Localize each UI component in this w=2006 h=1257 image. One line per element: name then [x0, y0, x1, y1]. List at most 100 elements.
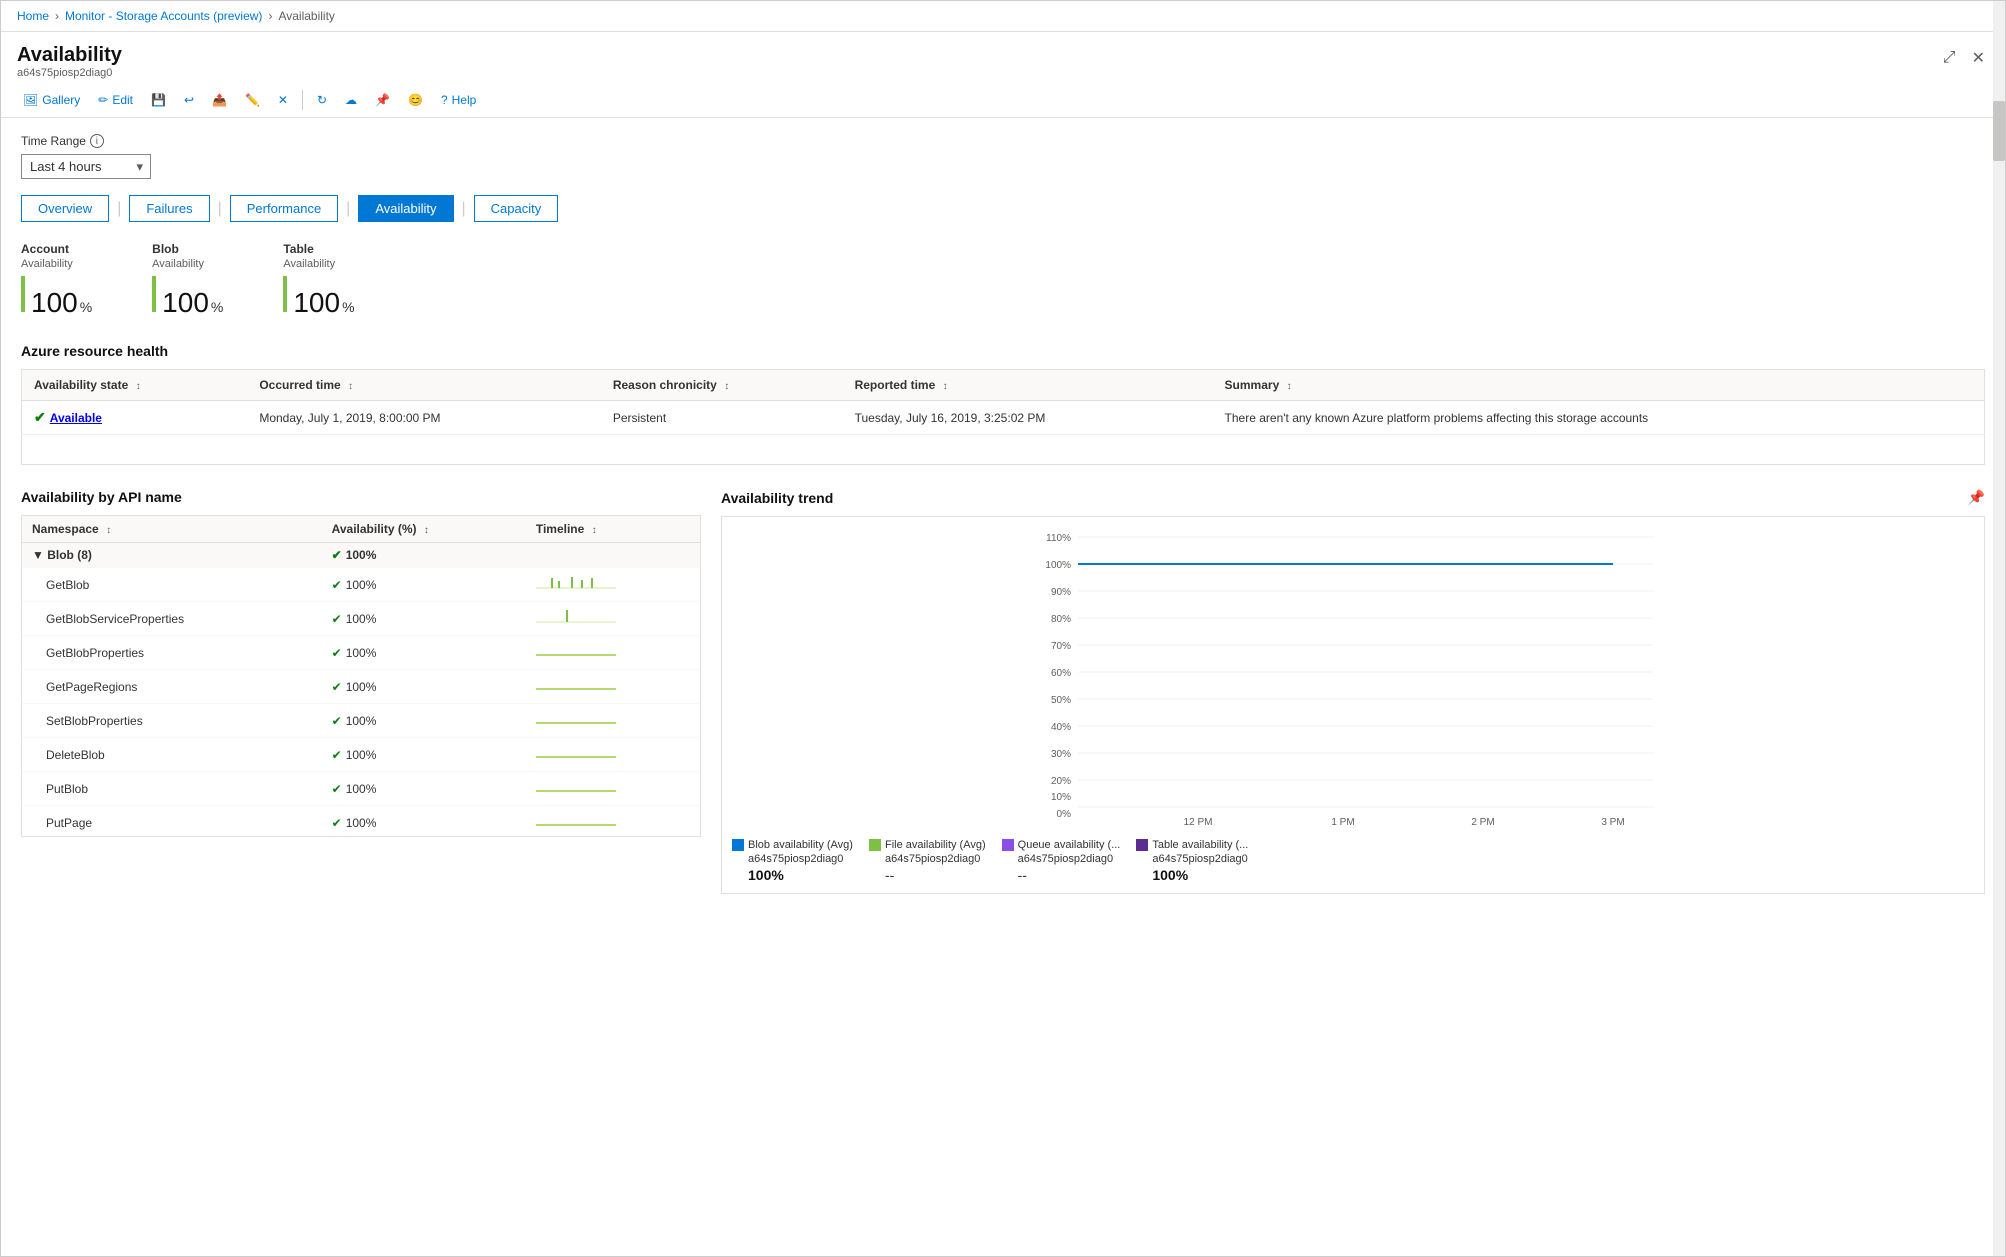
col-occurred-time: Occurred time ↕	[247, 370, 600, 401]
sort-icon-state[interactable]: ↕	[136, 381, 141, 392]
tab-failures[interactable]: Failures	[129, 195, 209, 222]
sort-icon-summary[interactable]: ↕	[1287, 381, 1292, 392]
child-availability: ✔100%	[322, 602, 526, 636]
available-icon: ✔	[34, 409, 46, 426]
api-child-row: GetBlobServiceProperties ✔100%	[22, 602, 700, 636]
metric-table-unit: %	[342, 299, 354, 315]
legend-queue: Queue availability (...a64s75piosp2diag0…	[1002, 838, 1121, 883]
legend-file: File availability (Avg)a64s75piosp2diag0…	[869, 838, 986, 883]
window-close-button[interactable]: ✕	[1968, 44, 1989, 72]
group-timeline	[526, 543, 700, 568]
help-button[interactable]: ? Help	[435, 89, 482, 111]
pin-toolbar-button[interactable]: 📌	[369, 89, 396, 111]
sort-icon-reported[interactable]: ↕	[943, 381, 948, 392]
legend-file-color	[869, 839, 881, 851]
child-name: GetBlobProperties	[22, 636, 322, 670]
trend-chart: 110% 100% 90% 80% 70% 60% 50% 40% 30% 20…	[732, 527, 1974, 827]
help-icon: ?	[441, 93, 448, 107]
svg-text:0%: 0%	[1057, 809, 1072, 820]
metric-table-value: 100 %	[283, 276, 354, 319]
tab-capacity[interactable]: Capacity	[474, 195, 559, 222]
col-summary: Summary ↕	[1213, 370, 1985, 401]
svg-text:12 PM: 12 PM	[1184, 817, 1213, 827]
child-availability: ✔100%	[322, 636, 526, 670]
child-name: DeleteBlob	[22, 738, 322, 772]
gallery-icon: 🖼	[23, 93, 38, 107]
main-window: Home › Monitor - Storage Accounts (previ…	[0, 0, 2006, 1257]
tab-overview[interactable]: Overview	[21, 195, 109, 222]
svg-text:10%: 10%	[1051, 792, 1071, 803]
child-timeline	[526, 670, 700, 704]
child-availability: ✔100%	[322, 670, 526, 704]
restore-button[interactable]: ↩	[178, 89, 200, 111]
child-name: SetBlobProperties	[22, 704, 322, 738]
api-child-row: GetBlobProperties ✔100%	[22, 636, 700, 670]
sort-icon-occurred[interactable]: ↕	[348, 381, 353, 392]
breadcrumb: Home › Monitor - Storage Accounts (previ…	[1, 1, 2005, 32]
resource-health-title: Azure resource health	[21, 343, 1985, 359]
legend-table: Table availability (...a64s75piosp2diag0…	[1136, 838, 1248, 883]
page-header: Availability a64s75piosp2diag0 ⤢ ✕	[1, 32, 2005, 83]
available-link[interactable]: Available	[50, 411, 102, 425]
child-timeline	[526, 738, 700, 772]
refresh-button[interactable]: ↻	[311, 89, 333, 111]
sort-namespace[interactable]: ↕	[106, 525, 111, 536]
svg-text:80%: 80%	[1051, 614, 1071, 625]
child-timeline	[526, 602, 700, 636]
scrollbar-track[interactable]	[1993, 1, 2005, 1256]
cell-state: ✔ Available	[22, 401, 248, 435]
upload-button[interactable]: ☁	[339, 89, 363, 111]
sort-icon-reason[interactable]: ↕	[724, 381, 729, 392]
child-name: GetBlob	[22, 568, 322, 602]
tab-availability[interactable]: Availability	[358, 195, 453, 222]
save-icon: 💾	[151, 93, 166, 107]
legend-table-text: Table availability (...a64s75piosp2diag0…	[1152, 838, 1248, 883]
scrollbar-thumb[interactable]	[1993, 101, 2005, 161]
cell-reason: Persistent	[601, 401, 843, 435]
metrics-row: Account Availability 100 % Blob Availabi…	[21, 242, 1985, 319]
tab-performance[interactable]: Performance	[230, 195, 338, 222]
group-name[interactable]: ▼ Blob (8)	[22, 543, 322, 568]
metric-blob-bar	[152, 276, 156, 312]
resource-health-table: Availability state ↕ Occurred time ↕ Rea…	[21, 369, 1985, 465]
feedback-button[interactable]: 😊	[402, 89, 429, 111]
col-reported-time: Reported time ↕	[843, 370, 1213, 401]
metric-blob: Blob Availability 100 %	[152, 242, 223, 319]
page-title: Availability	[17, 44, 122, 67]
annotate-button[interactable]: ✏️	[239, 89, 266, 111]
breadcrumb-monitor[interactable]: Monitor - Storage Accounts (preview)	[65, 9, 262, 23]
discard-button[interactable]: ✕	[272, 89, 294, 111]
status-badge: ✔ Available	[34, 409, 235, 426]
col-reason: Reason chronicity ↕	[601, 370, 843, 401]
metric-account-value: 100 %	[21, 276, 92, 319]
metric-blob-number: 100	[162, 287, 209, 319]
breadcrumb-home[interactable]: Home	[17, 9, 49, 23]
child-availability: ✔100%	[322, 704, 526, 738]
api-table: Namespace ↕ Availability (%) ↕ Timeline	[22, 516, 700, 836]
save-button[interactable]: 💾	[145, 89, 172, 111]
metric-account-number: 100	[31, 287, 78, 319]
sort-timeline[interactable]: ↕	[592, 525, 597, 536]
child-name: GetPageRegions	[22, 670, 322, 704]
sort-availability[interactable]: ↕	[424, 525, 429, 536]
metric-account: Account Availability 100 %	[21, 242, 92, 319]
edit-button[interactable]: ✏ Edit	[92, 89, 139, 111]
api-child-row: PutBlob ✔100%	[22, 772, 700, 806]
metric-blob-value: 100 %	[152, 276, 223, 319]
svg-text:1 PM: 1 PM	[1331, 817, 1354, 827]
trend-pin-icon[interactable]: 📌	[1968, 489, 1985, 506]
window-pin-button[interactable]: ⤢	[1939, 44, 1960, 72]
api-table-scroll[interactable]: Namespace ↕ Availability (%) ↕ Timeline	[22, 516, 700, 836]
refresh-icon: ↻	[317, 93, 327, 107]
feedback-icon: 😊	[408, 93, 423, 107]
share-button[interactable]: 📤	[206, 89, 233, 111]
child-name: PutPage	[22, 806, 322, 837]
svg-text:50%: 50%	[1051, 695, 1071, 706]
time-range-info-icon[interactable]: i	[90, 134, 104, 148]
api-table-title: Availability by API name	[21, 489, 701, 505]
api-col-availability: Availability (%) ↕	[322, 516, 526, 543]
main-content: Time Range i Last 4 hours Last hour Last…	[1, 118, 2005, 910]
svg-text:20%: 20%	[1051, 776, 1071, 787]
gallery-button[interactable]: 🖼 Gallery	[17, 89, 86, 111]
time-range-select[interactable]: Last 4 hours Last hour Last 12 hours Las…	[21, 154, 151, 179]
